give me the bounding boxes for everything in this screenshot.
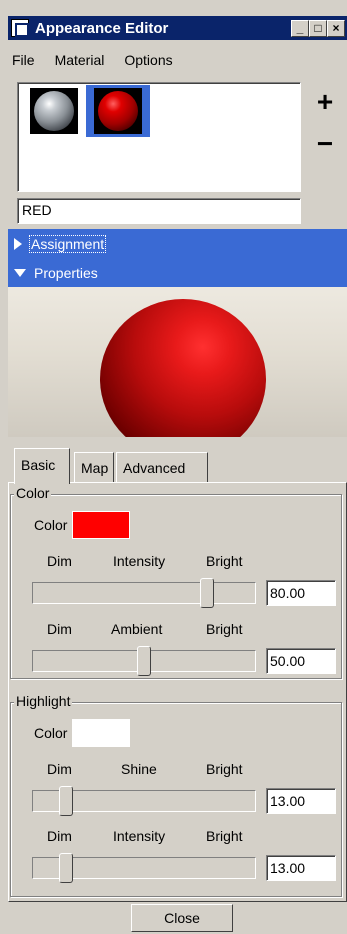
menu-file[interactable]: File (12, 52, 35, 68)
assignment-label: Assignment (28, 234, 107, 253)
window-controls: _ □ × (291, 19, 345, 37)
preview-sphere (100, 299, 266, 437)
material-preview (8, 287, 347, 437)
highlight-intensity-dim-label: Dim (47, 828, 72, 844)
close-button[interactable]: Close (131, 904, 233, 932)
title-bar[interactable]: Appearance Editor _ □ × (8, 16, 347, 40)
assignment-section-header[interactable]: Assignment (8, 229, 347, 258)
properties-label: Properties (34, 264, 98, 281)
sphere-icon (98, 91, 138, 131)
close-icon[interactable]: × (327, 19, 345, 37)
remove-material-button[interactable]: − (312, 130, 338, 158)
shine-dim-label: Dim (47, 761, 72, 777)
ambient-label: Ambient (111, 621, 163, 637)
intensity-slider-thumb[interactable] (200, 578, 214, 608)
window-title: Appearance Editor (35, 19, 169, 37)
properties-section-header[interactable]: Properties (8, 258, 347, 287)
shine-label: Shine (121, 761, 157, 777)
ambient-dim-label: Dim (47, 621, 72, 637)
material-thumbnail-red[interactable] (86, 85, 150, 137)
highlight-intensity-value-input[interactable]: 13.00 (266, 855, 336, 881)
highlight-color-label: Color (34, 725, 68, 741)
intensity-bright-label: Bright (206, 553, 243, 569)
intensity-slider-track[interactable] (32, 582, 256, 604)
ambient-value-input[interactable]: 50.00 (266, 648, 336, 674)
highlight-intensity-slider-thumb[interactable] (59, 853, 74, 883)
highlight-color-swatch[interactable] (72, 719, 130, 747)
tab-basic[interactable]: Basic (14, 448, 70, 484)
shine-bright-label: Bright (206, 761, 243, 777)
highlight-intensity-bright-label: Bright (206, 828, 243, 844)
shine-slider-thumb[interactable] (59, 786, 74, 816)
shine-value-input[interactable]: 13.00 (266, 788, 336, 814)
intensity-dim-label: Dim (47, 553, 72, 569)
color-swatch[interactable] (72, 511, 130, 539)
highlight-intensity-label: Intensity (113, 828, 166, 844)
app-icon (11, 19, 29, 37)
color-group-title: Color (14, 485, 52, 501)
material-thumbnail-grey[interactable] (22, 85, 86, 137)
menu-bar: File Material Options (8, 46, 347, 74)
material-name-input[interactable]: RED (17, 198, 301, 224)
menu-options[interactable]: Options (124, 52, 172, 68)
sphere-icon (34, 91, 74, 131)
highlight-group-title: Highlight (14, 693, 73, 709)
material-list[interactable] (17, 82, 301, 192)
maximize-icon[interactable]: □ (309, 19, 327, 37)
menu-material[interactable]: Material (55, 52, 105, 68)
minimize-icon[interactable]: _ (291, 19, 309, 37)
tab-map[interactable]: Map (74, 452, 114, 482)
appearance-editor-window: Appearance Editor _ □ × File Material Op… (0, 0, 347, 934)
intensity-label: Intensity (113, 553, 166, 569)
ambient-bright-label: Bright (206, 621, 243, 637)
color-label: Color (34, 517, 68, 533)
collapse-triangle-icon (14, 268, 26, 277)
ambient-slider-thumb[interactable] (137, 646, 151, 676)
expand-triangle-icon (14, 237, 22, 250)
intensity-value-input[interactable]: 80.00 (266, 580, 336, 606)
add-material-button[interactable]: + (312, 88, 338, 116)
tab-advanced[interactable]: Advanced (116, 452, 208, 482)
